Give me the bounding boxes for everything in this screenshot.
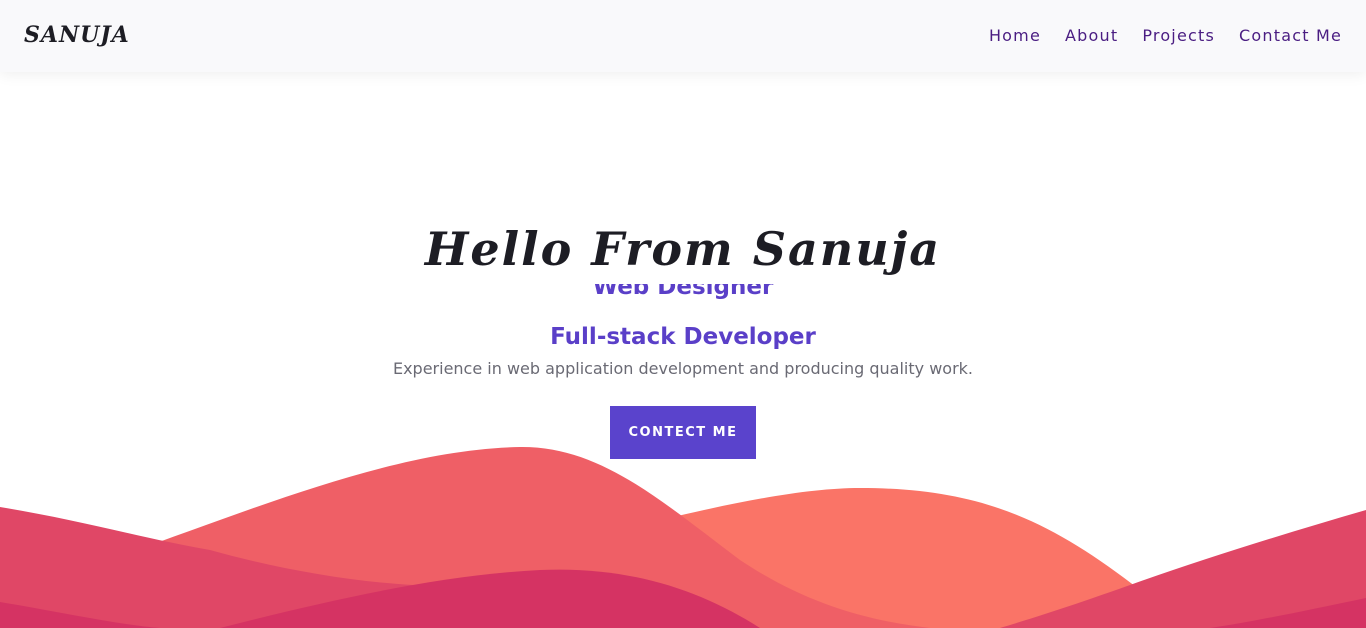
- nav-item-home: Home: [989, 26, 1041, 45]
- nav-link-about[interactable]: About: [1065, 26, 1118, 45]
- site-logo[interactable]: SANUJA: [24, 22, 130, 48]
- hero-waves-background: [0, 446, 1366, 628]
- contact-me-button[interactable]: CONTECT ME: [610, 406, 756, 459]
- top-navbar: SANUJA Home About Projects Contact Me: [0, 0, 1366, 72]
- nav-link-home[interactable]: Home: [989, 26, 1041, 45]
- nav-links: Home About Projects Contact Me: [989, 26, 1342, 45]
- nav-item-contact: Contact Me: [1239, 26, 1342, 45]
- nav-link-contact[interactable]: Contact Me: [1239, 26, 1342, 45]
- nav-link-projects[interactable]: Projects: [1142, 26, 1215, 45]
- nav-item-about: About: [1065, 26, 1118, 45]
- nav-item-projects: Projects: [1142, 26, 1215, 45]
